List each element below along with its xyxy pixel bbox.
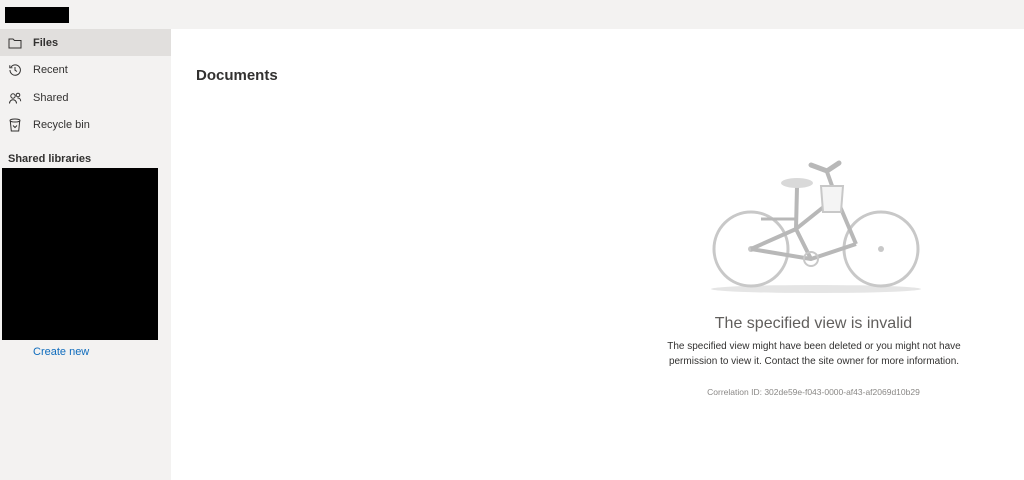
empty-state-message: The specified view might have been delet… <box>667 341 961 367</box>
trash-icon <box>7 117 23 133</box>
sidebar-item-label: Files <box>33 36 59 49</box>
sidebar-item-shared[interactable]: Shared <box>0 84 171 111</box>
folder-icon <box>7 35 23 51</box>
sidebar-item-recycle-bin[interactable]: Recycle bin <box>0 111 171 138</box>
correlation-id: Correlation ID: 302de59e-f043-0000-af43-… <box>707 387 920 397</box>
redacted-library-list <box>2 168 158 340</box>
sidebar-item-label: Shared <box>33 91 69 104</box>
main-content: Documents The specified view is invalid … <box>171 29 1024 480</box>
shared-libraries-heading: Shared libraries <box>8 153 92 165</box>
people-icon <box>7 90 23 106</box>
top-bar <box>0 0 1024 29</box>
sidebar: Files Recent Shared Recycle bin Shared l… <box>0 29 171 480</box>
sidebar-item-label: Recycle bin <box>33 118 90 131</box>
sidebar-item-recent[interactable]: Recent <box>0 56 171 83</box>
sidebar-item-files[interactable]: Files <box>0 29 171 56</box>
sidebar-item-label: Recent <box>33 63 68 76</box>
redacted-app-title <box>5 7 69 23</box>
page-title: Documents <box>196 67 278 84</box>
empty-state-title: The specified view is invalid <box>714 315 913 332</box>
bicycle-illustration <box>711 160 921 293</box>
history-icon <box>7 62 23 78</box>
create-new-link[interactable]: Create new <box>33 346 89 358</box>
